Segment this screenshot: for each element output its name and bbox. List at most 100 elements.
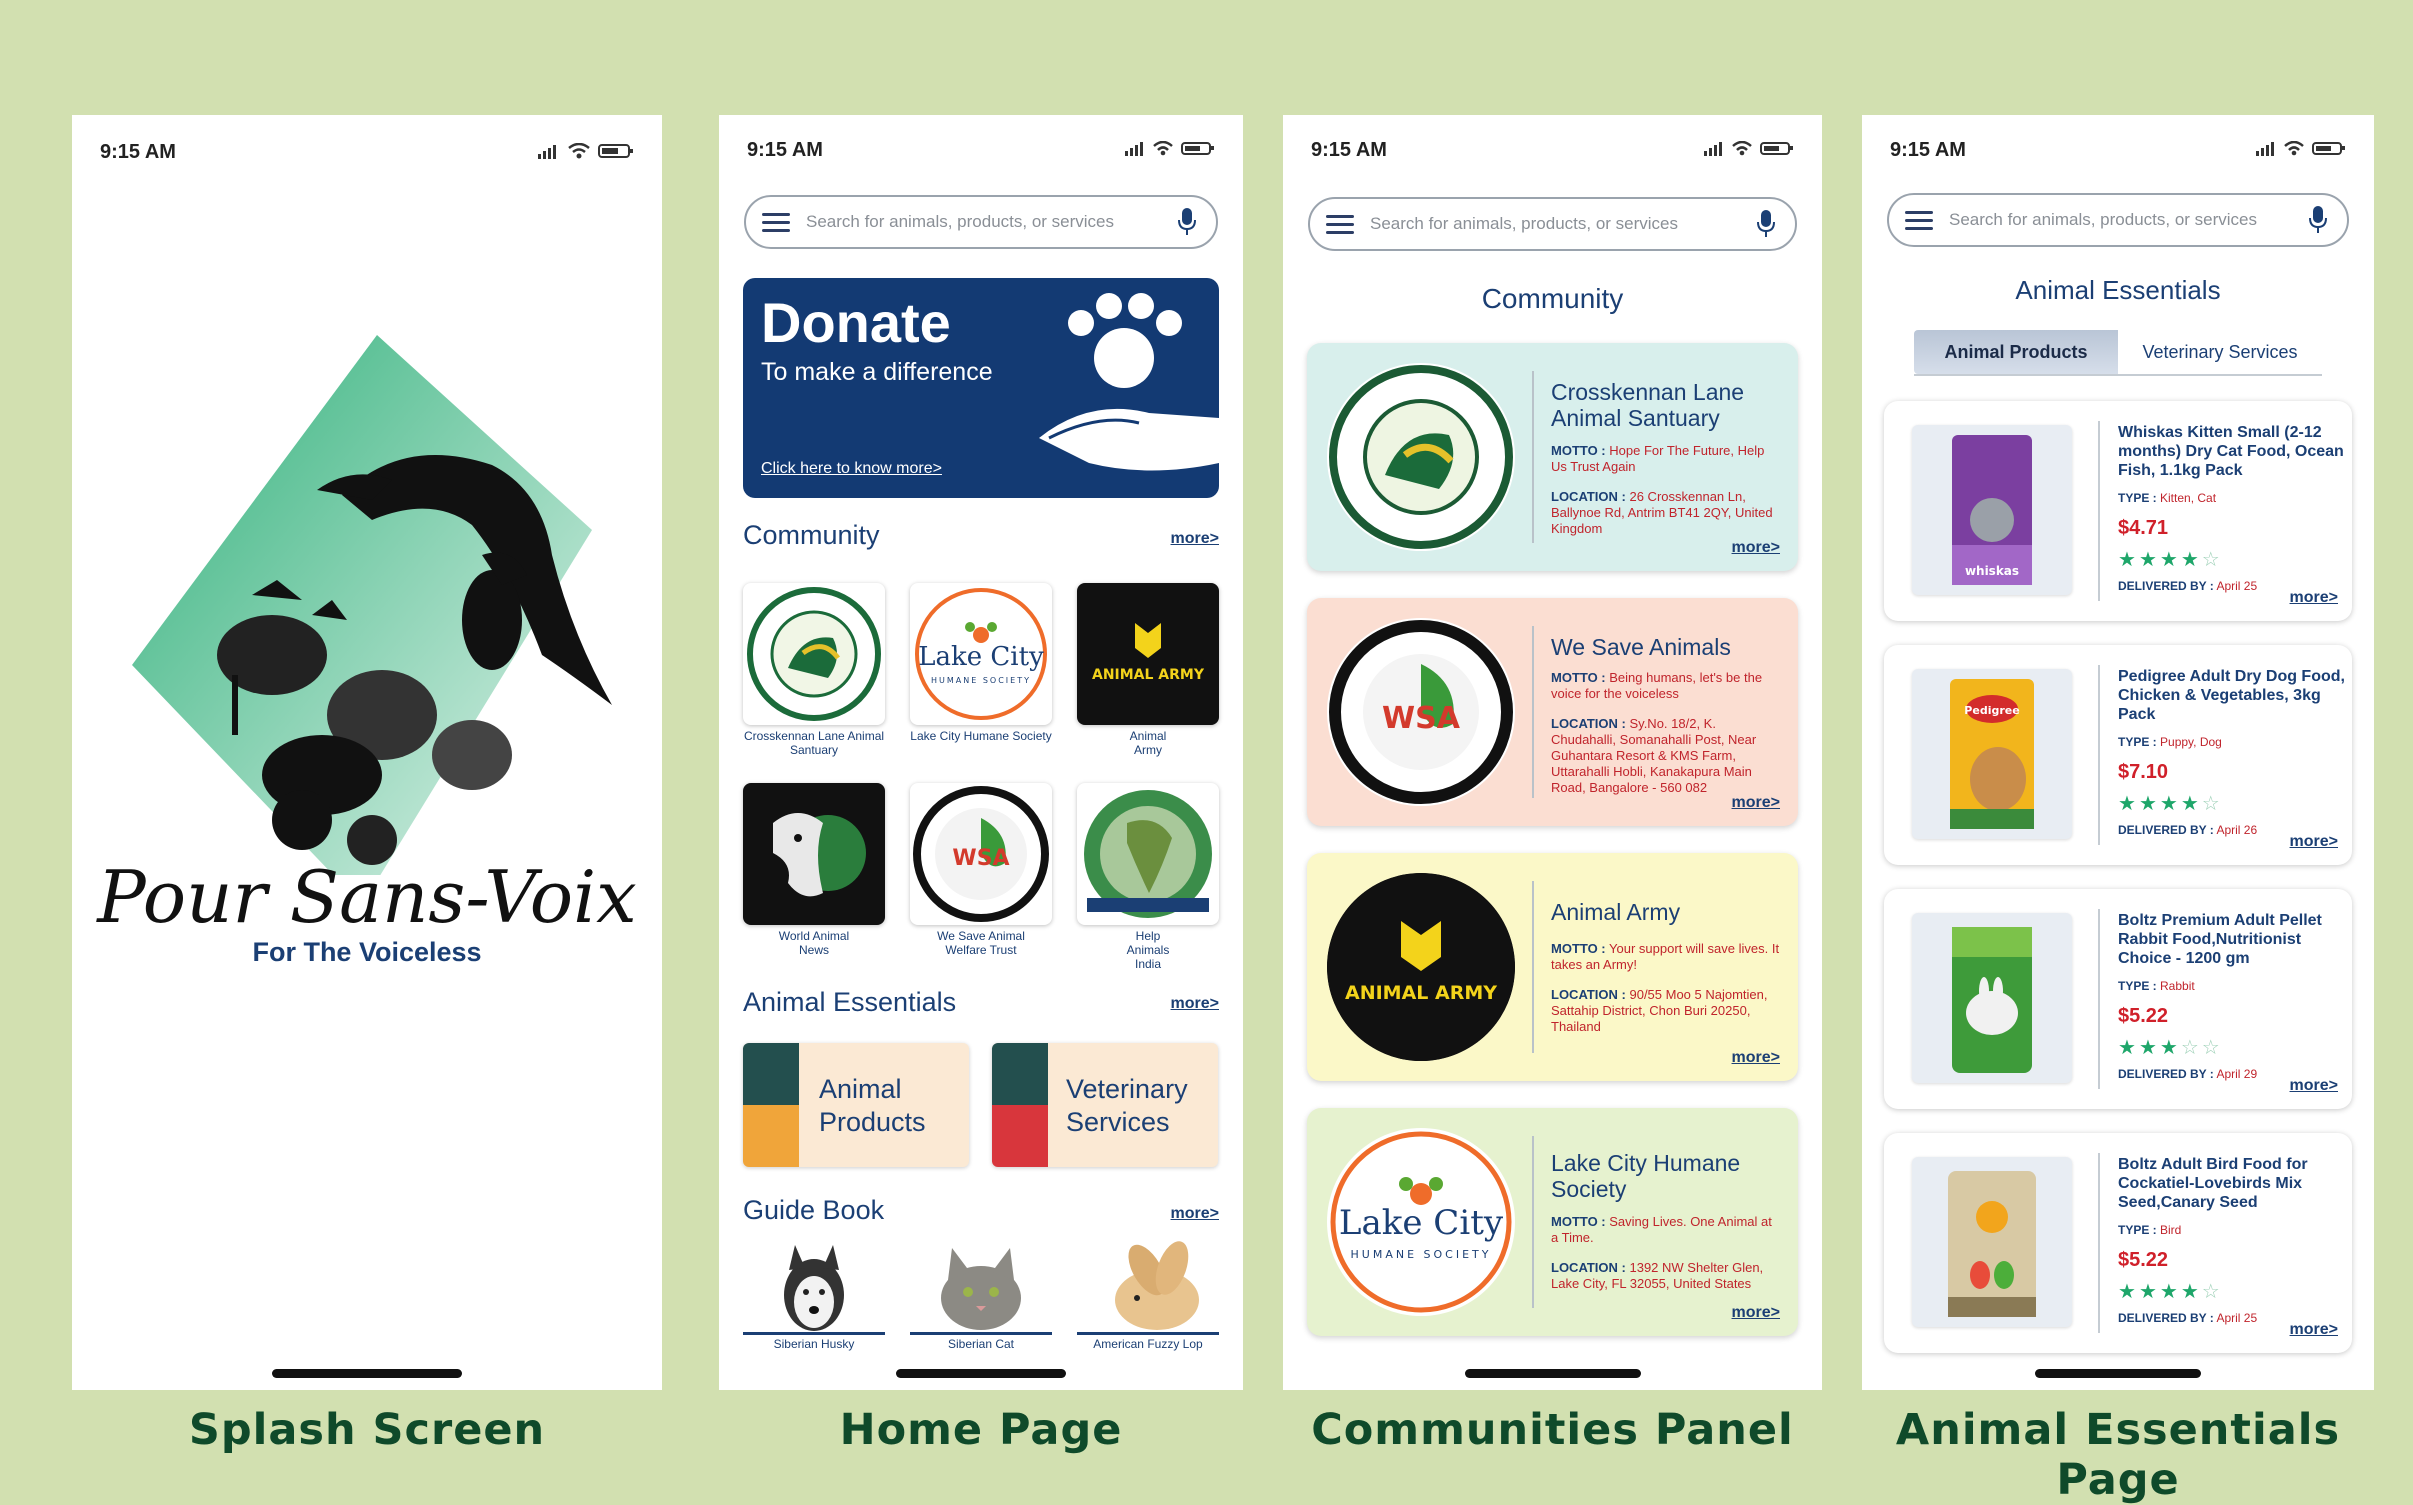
help-animals-india-logo-icon	[1084, 790, 1212, 918]
product-more-link[interactable]: more>	[2290, 589, 2338, 607]
veterinary-services-label: Veterinary Services	[1066, 1074, 1188, 1137]
hamburger-menu-icon[interactable]	[762, 212, 790, 232]
caption-animal-essentials-page: Animal Essentials Page	[1895, 1405, 2341, 1505]
community-name: We Save Animals	[1551, 634, 1731, 660]
rating-stars: ★★★★☆	[2118, 1279, 2223, 1304]
community-more-link[interactable]: more>	[1732, 1049, 1780, 1067]
community-card[interactable]: WSA We Save Animals MOTTO : Being humans…	[1307, 598, 1798, 826]
community-tile-label: Animal Army	[1129, 729, 1167, 757]
delivery-date: April 29	[2216, 1067, 2258, 1081]
home-indicator[interactable]	[272, 1369, 462, 1378]
essentials-more-link[interactable]: more>	[1171, 995, 1219, 1013]
tab-veterinary-services[interactable]: Veterinary Services	[2118, 330, 2322, 374]
community-tile-label: We Save Animal Welfare Trust	[937, 929, 1025, 957]
home-indicator[interactable]	[2035, 1369, 2201, 1378]
community-more-link[interactable]: more>	[1732, 539, 1780, 557]
microphone-icon[interactable]	[1172, 207, 1202, 237]
community-tile[interactable]	[743, 783, 885, 925]
product-type: Bird	[2160, 1223, 2182, 1237]
star-empty-icon: ☆	[2201, 1037, 2223, 1059]
product-name: Boltz Adult Bird Food for Cockatiel-Love…	[2118, 1156, 2308, 1211]
status-bar: 9:15 AM	[1890, 139, 2346, 169]
search-bar[interactable]: Search for animals, products, or service…	[1308, 197, 1797, 251]
tab-bar: Animal Products Veterinary Services	[1914, 330, 2322, 376]
star-filled-icon: ★	[2180, 549, 2202, 571]
community-more-link[interactable]: more>	[1732, 794, 1780, 812]
product-more-link[interactable]: more>	[2290, 1321, 2338, 1339]
product-type: Rabbit	[2160, 979, 2195, 993]
product-card[interactable]: Pedigree Pedigree Adult Dry Dog Food, Ch…	[1884, 645, 2352, 865]
status-time: 9:15 AM	[747, 139, 823, 161]
animal-products-label: Animal Products	[819, 1074, 926, 1137]
star-filled-icon: ★	[2159, 1281, 2181, 1303]
donate-banner[interactable]: Donate To make a difference Click here t…	[743, 278, 1219, 498]
search-input[interactable]: Search for animals, products, or service…	[1370, 214, 1751, 234]
product-card[interactable]: whiskas Whiskas Kitten Small (2-12 month…	[1884, 401, 2352, 621]
svg-text:WSA: WSA	[1382, 701, 1461, 736]
star-filled-icon: ★	[2118, 1281, 2139, 1303]
search-bar[interactable]: Search for animals, products, or service…	[744, 195, 1218, 249]
product-card[interactable]: Boltz Premium Adult Pellet Rabbit Food,N…	[1884, 889, 2352, 1109]
community-card[interactable]: Crosskennan Lane Animal Santuary MOTTO :…	[1307, 343, 1798, 571]
delivery-date: April 25	[2216, 1311, 2258, 1325]
hamburger-menu-icon[interactable]	[1905, 210, 1933, 230]
animal-essentials-page: 9:15 AM Search for animals, products, or…	[1862, 115, 2374, 1390]
product-price: $4.71	[2118, 517, 2169, 539]
cat-image	[941, 1248, 1021, 1330]
delivery-date: April 26	[2216, 823, 2258, 837]
product-more-link[interactable]: more>	[2290, 833, 2338, 851]
community-tile[interactable]: ANIMAL ARMY	[1077, 583, 1219, 725]
home-indicator[interactable]	[896, 1369, 1066, 1378]
product-price: $5.22	[2118, 1005, 2169, 1027]
product-name: Whiskas Kitten Small (2-12 months) Dry C…	[2118, 424, 2344, 479]
community-tile[interactable]	[1077, 783, 1219, 925]
animal-army-logo-icon: ANIMAL ARMY	[1327, 873, 1515, 1061]
guide-card[interactable]	[743, 1240, 885, 1335]
guide-card-label: American Fuzzy Lop	[1093, 1337, 1203, 1351]
community-tile[interactable]	[743, 583, 885, 725]
svg-text:HUMANE SOCIETY: HUMANE SOCIETY	[1351, 1248, 1492, 1261]
product-more-link[interactable]: more>	[2290, 1077, 2338, 1095]
community-more-link[interactable]: more>	[1732, 1304, 1780, 1322]
product-name: Pedigree Adult Dry Dog Food, Chicken & V…	[2118, 668, 2345, 723]
signal-icon	[2256, 142, 2274, 156]
battery-icon	[2312, 142, 2345, 155]
svg-text:HUMANE SOCIETY: HUMANE SOCIETY	[931, 676, 1031, 685]
pet-toy-icon	[743, 1105, 799, 1167]
community-tile-label: Lake City Humane Society	[910, 729, 1052, 743]
hamburger-menu-icon[interactable]	[1326, 214, 1354, 234]
product-type: Kitten, Cat	[2160, 491, 2217, 505]
star-filled-icon: ★	[2138, 1037, 2160, 1059]
page-title: Community	[1481, 283, 1624, 314]
microphone-icon[interactable]	[2303, 205, 2333, 235]
community-tile-label: World Animal News	[778, 929, 850, 957]
community-more-link[interactable]: more>	[1171, 530, 1219, 548]
search-input[interactable]: Search for animals, products, or service…	[1949, 210, 2303, 230]
product-card[interactable]: Boltz Adult Bird Food for Cockatiel-Love…	[1884, 1133, 2352, 1353]
essentials-section-title: Animal Essentials	[743, 987, 957, 1017]
guide-card[interactable]	[910, 1240, 1052, 1335]
signal-icon	[538, 145, 556, 159]
guide-book-more-link[interactable]: more>	[1171, 1205, 1219, 1223]
product-type: Puppy, Dog	[2160, 735, 2222, 749]
delivery-date: April 25	[2216, 579, 2258, 593]
search-bar[interactable]: Search for animals, products, or service…	[1887, 193, 2349, 247]
star-empty-icon: ☆	[2201, 1281, 2223, 1303]
svg-text:ANIMAL ARMY: ANIMAL ARMY	[1345, 982, 1497, 1004]
donate-title: Donate	[761, 291, 951, 354]
search-input[interactable]: Search for animals, products, or service…	[806, 212, 1172, 232]
tab-animal-products[interactable]: Animal Products	[1914, 330, 2118, 374]
animal-products-card[interactable]: Animal Products	[743, 1043, 969, 1167]
community-tile[interactable]: WSA	[910, 783, 1052, 925]
community-section-title: Community	[743, 520, 880, 550]
world-animal-news-logo-icon	[773, 813, 866, 897]
microphone-icon[interactable]	[1751, 209, 1781, 239]
veterinary-services-card[interactable]: Veterinary Services	[992, 1043, 1218, 1167]
community-card[interactable]: Lake City HUMANE SOCIETY Lake City Humane…	[1307, 1108, 1798, 1336]
community-card[interactable]: ANIMAL ARMY Animal Army MOTTO : Your sup…	[1307, 853, 1798, 1081]
community-tile[interactable]: Lake City HUMANE SOCIETY	[910, 583, 1052, 725]
guide-card-label: Siberian Husky	[773, 1337, 855, 1351]
guide-card[interactable]	[1077, 1240, 1219, 1335]
donate-link[interactable]: Click here to know more>	[761, 460, 942, 478]
home-indicator[interactable]	[1464, 1369, 1641, 1378]
